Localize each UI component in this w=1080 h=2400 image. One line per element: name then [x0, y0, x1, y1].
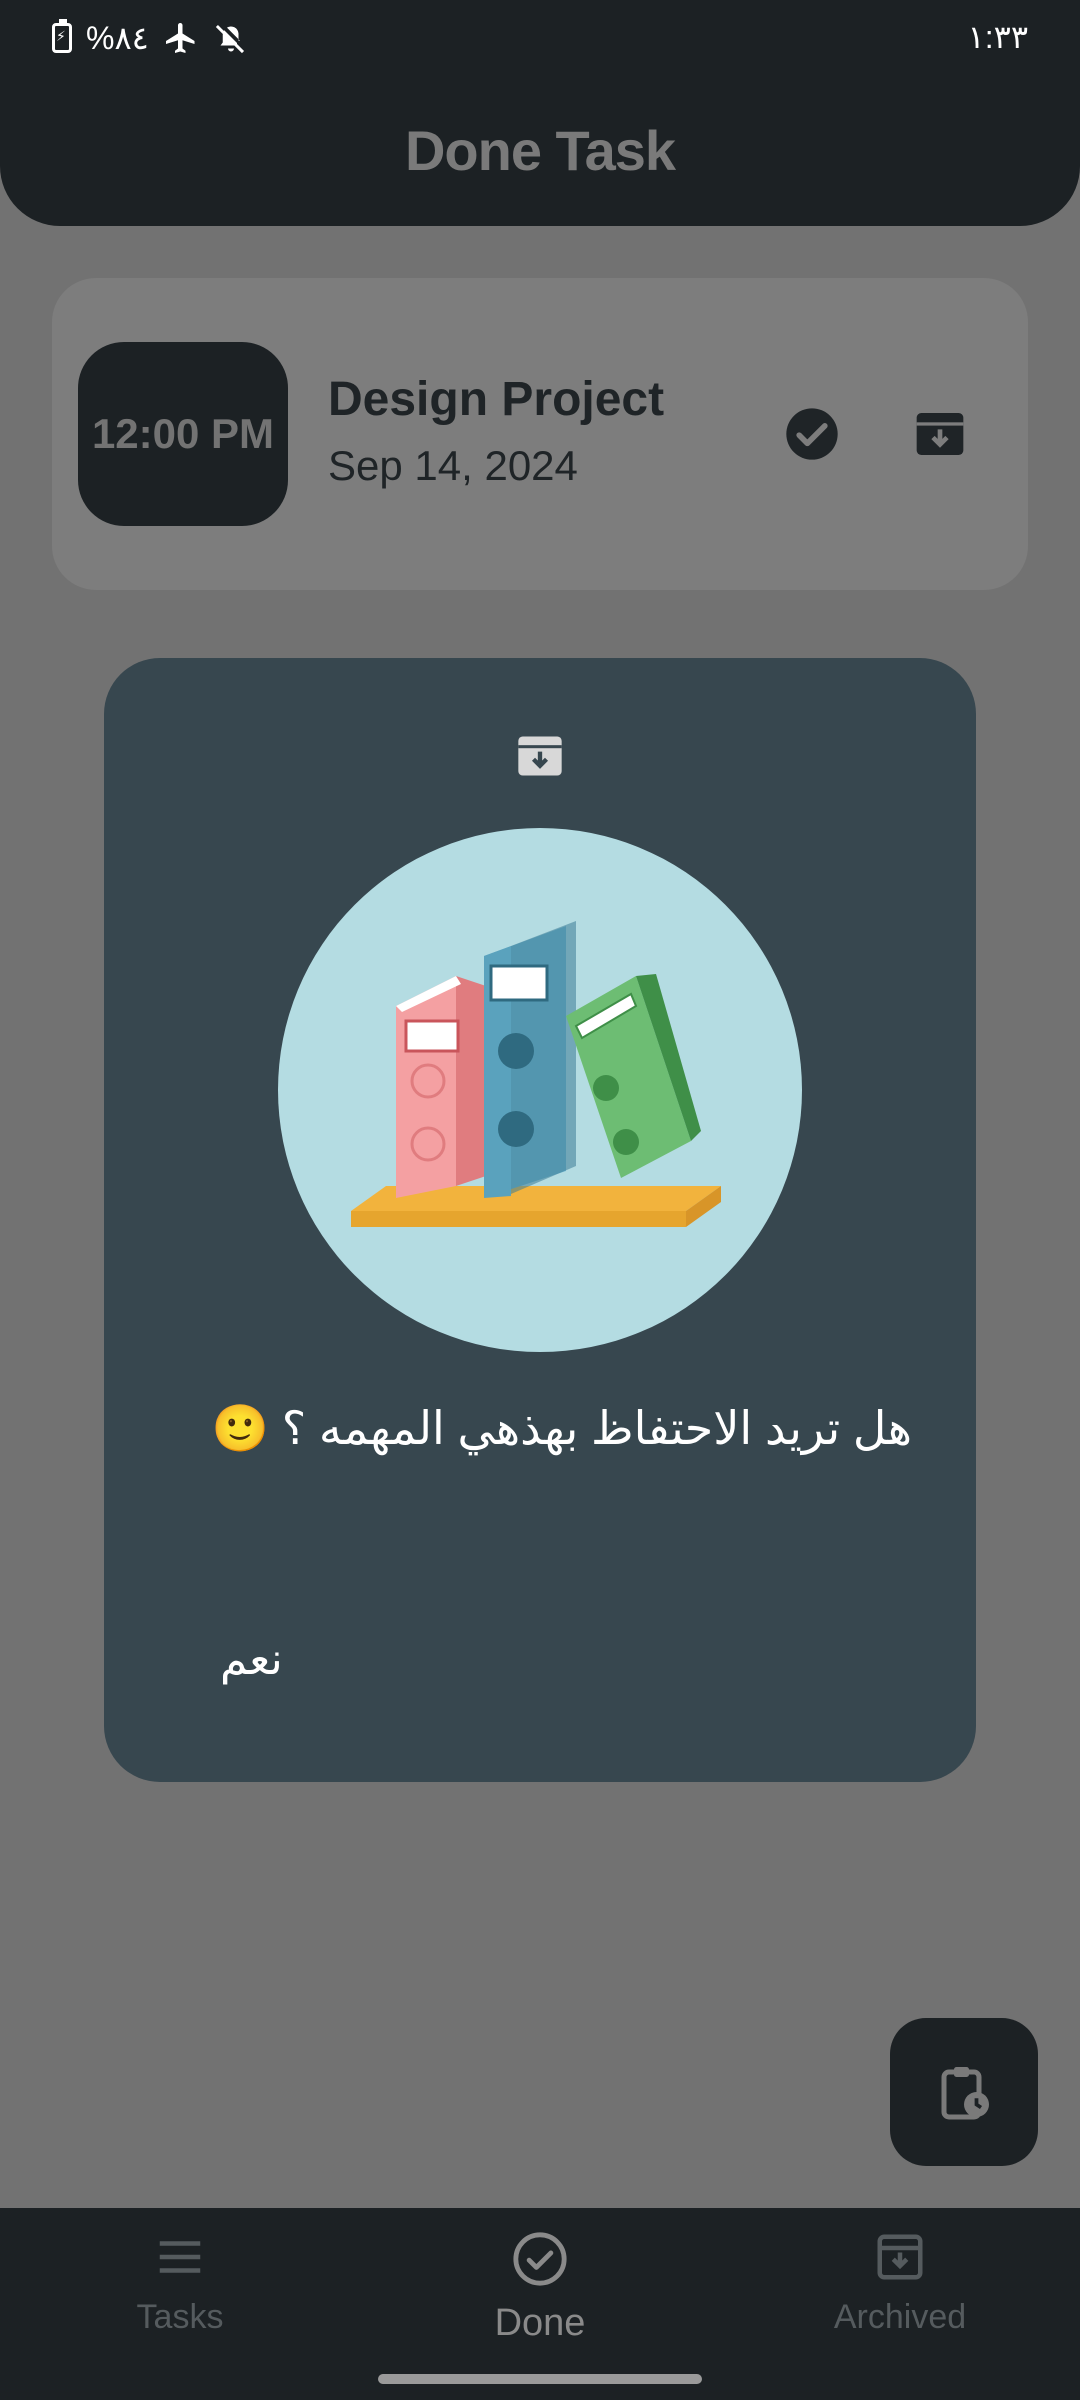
nav-label-done: Done: [494, 2302, 586, 2344]
battery-icon: [52, 19, 72, 53]
status-indicators: %٨٤: [52, 18, 249, 58]
bottom-navigation: Tasks Done Archived: [0, 2208, 1080, 2400]
task-card[interactable]: 12:00 PM Design Project Sep 14, 2024: [52, 278, 1028, 590]
archive-icon[interactable]: [912, 406, 968, 462]
add-task-fab[interactable]: [890, 2018, 1038, 2166]
nav-label-tasks: Tasks: [136, 2298, 224, 2336]
confirm-button[interactable]: نعم: [220, 1626, 283, 1693]
status-bar: %٨٤ ١:٣٣: [0, 0, 1080, 76]
nav-item-done[interactable]: Done: [390, 2230, 690, 2345]
binders-illustration: [278, 828, 802, 1352]
clipboard-clock-icon: [941, 2067, 989, 2120]
home-indicator[interactable]: [378, 2374, 702, 2384]
clock: ١:٣٣: [967, 19, 1028, 55]
check-circle-icon: [513, 2232, 567, 2286]
nav-label-archived: Archived: [833, 2298, 967, 2336]
archive-icon: [518, 736, 562, 776]
nav-item-archived[interactable]: Archived: [750, 2230, 1050, 2337]
battery-level: %٨٤: [86, 20, 149, 56]
task-title: Design Project: [328, 373, 665, 426]
archive-icon: [877, 2234, 923, 2280]
task-date: Sep 14, 2024: [328, 442, 578, 489]
page-title: Done Task: [404, 119, 676, 182]
dialog-message: هل تريد الاحتفاظ بهذهي المهمه ؟ 🙂: [211, 1402, 912, 1454]
airplane-mode-icon: [165, 23, 195, 53]
task-time: 12:00 PM: [91, 410, 275, 457]
task-time-badge: 12:00 PM: [78, 342, 288, 526]
check-circle-icon[interactable]: [784, 406, 840, 462]
menu-icon: [159, 2241, 201, 2273]
nav-item-tasks[interactable]: Tasks: [30, 2230, 330, 2337]
mute-icon: [215, 24, 244, 54]
archive-confirm-dialog: هل تريد الاحتفاظ بهذهي المهمه ؟ 🙂 نعم: [104, 658, 976, 1782]
